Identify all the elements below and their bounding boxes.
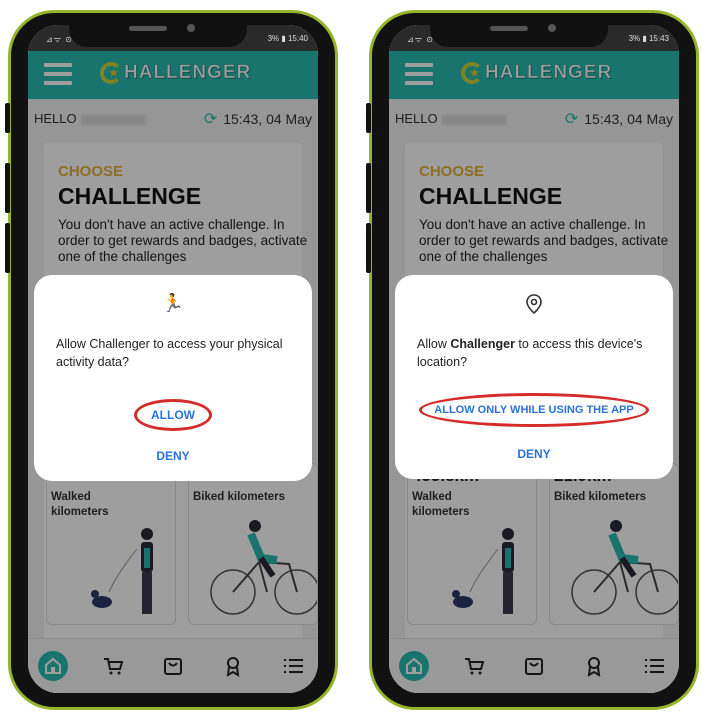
power-button: [366, 223, 371, 273]
highlight-ring[interactable]: ALLOW ONLY WHILE USING THE APP: [419, 393, 649, 427]
screen: ⊿ᯤ ⊙ ⊕ 3% ▮ 15:40 ★ HALLENGER HELLO ⟳ 15:4…: [28, 25, 318, 693]
status-battery-time: 3% ▮ 15:40: [267, 34, 308, 43]
volume-button: [5, 163, 10, 213]
deny-button[interactable]: DENY: [34, 449, 312, 463]
notch: [69, 13, 247, 47]
deny-button[interactable]: DENY: [395, 447, 673, 461]
power-button: [5, 223, 10, 273]
phone-right: ⊿ᯤ ⊙ ⊕ 3% ▮ 15:43 ★ HALLENGER HELLO ⟳ 15:4…: [366, 10, 699, 710]
permission-text: Allow Challenger to access this device's…: [417, 337, 643, 369]
phone-left: ⊿ᯤ ⊙ ⊕ 3% ▮ 15:40 ★ HALLENGER HELLO ⟳ 15:4…: [5, 10, 338, 710]
highlight-ring[interactable]: ALLOW: [134, 399, 212, 431]
notch: [430, 13, 608, 47]
allow-while-using-button[interactable]: ALLOW ONLY WHILE USING THE APP: [395, 393, 673, 427]
running-icon: 🏃: [161, 293, 185, 313]
location-pin-icon: [395, 293, 673, 320]
permission-text: Allow Challenger to access your physical…: [56, 337, 283, 369]
volume-button: [366, 103, 371, 133]
allow-button[interactable]: ALLOW: [34, 399, 312, 431]
screen: ⊿ᯤ ⊙ ⊕ 3% ▮ 15:43 ★ HALLENGER HELLO ⟳ 15:4…: [389, 25, 679, 693]
permission-dialog: Allow Challenger to access this device's…: [395, 275, 673, 479]
status-battery-time: 3% ▮ 15:43: [628, 34, 669, 43]
volume-button: [5, 103, 10, 133]
volume-button: [366, 163, 371, 213]
permission-dialog: 🏃 Allow Challenger to access your physic…: [34, 275, 312, 481]
